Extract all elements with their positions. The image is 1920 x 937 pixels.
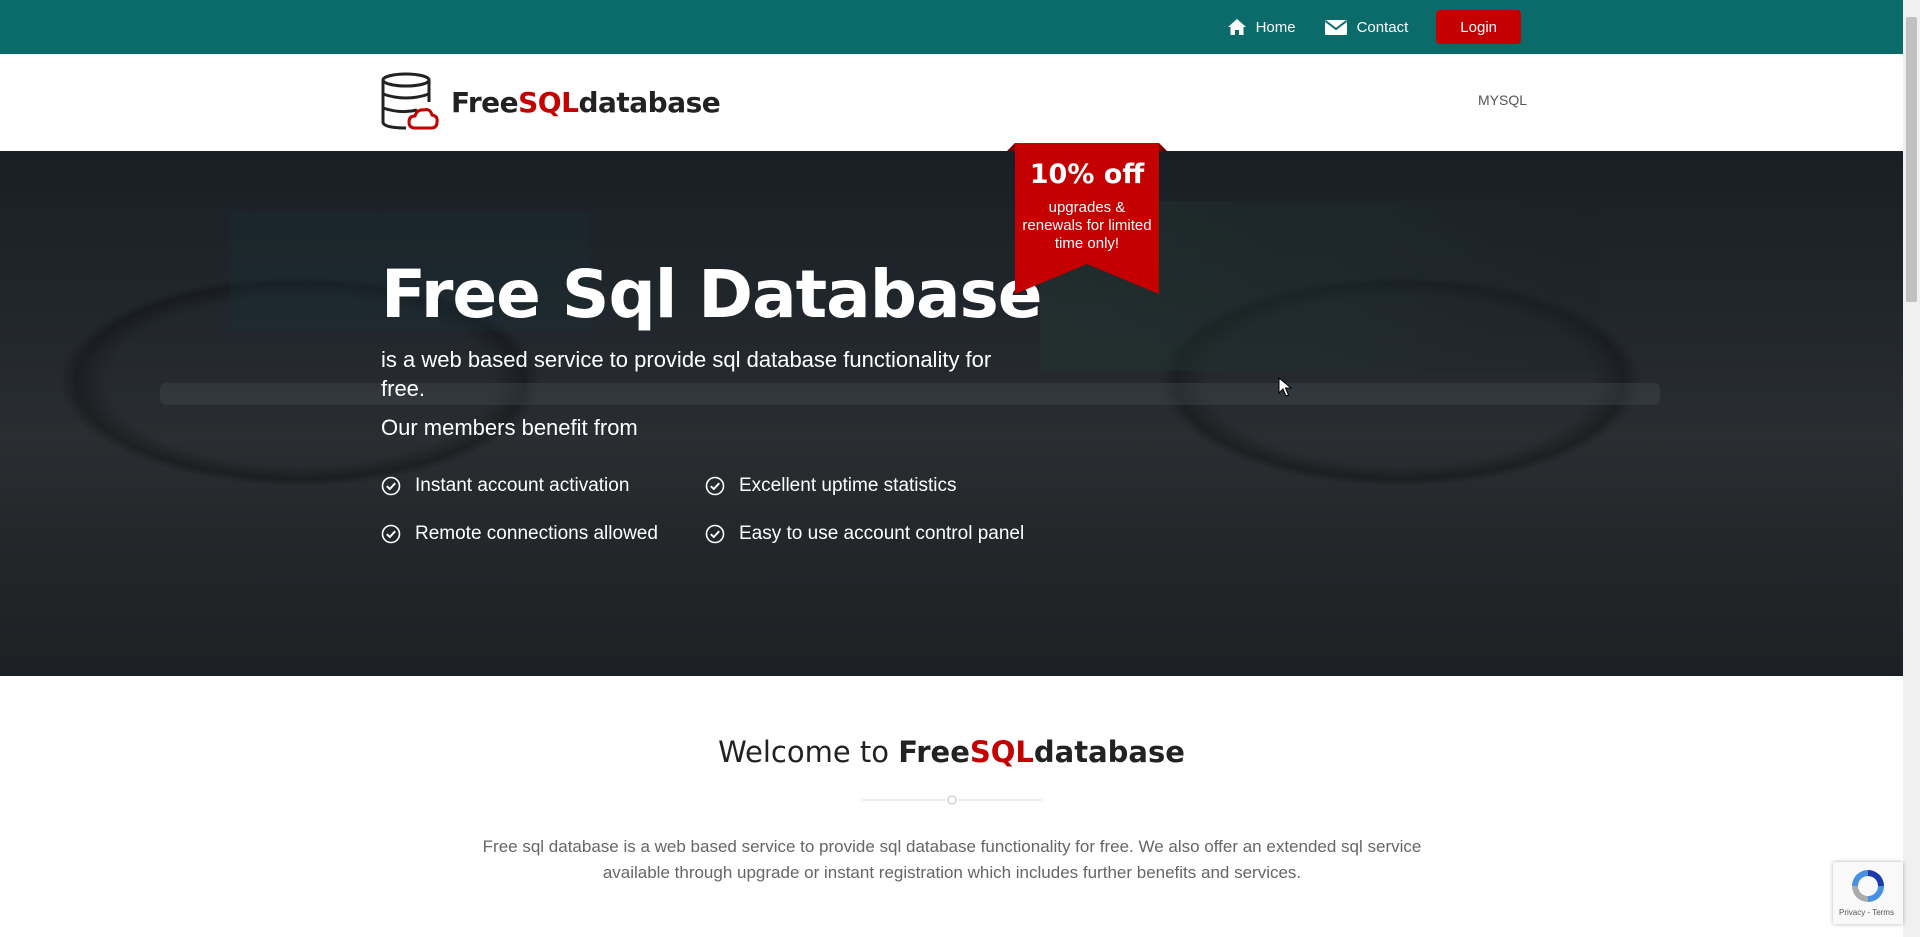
feature-item: Easy to use account control panel [705, 523, 1045, 545]
feature-list: Instant account activation Excellent upt… [381, 475, 1045, 545]
welcome-description: Free sql database is a web based service… [482, 837, 1422, 882]
home-icon [1227, 19, 1246, 35]
envelope-icon [1324, 20, 1347, 35]
section-divider [862, 795, 1042, 805]
site-logo[interactable]: FreeSQLdatabase [381, 72, 721, 132]
logo-sql: SQL [518, 85, 579, 119]
recaptcha-badge[interactable]: Privacy - Terms [1833, 862, 1903, 924]
logo-free: Free [451, 85, 519, 119]
welcome-prefix: Welcome to [718, 735, 899, 769]
check-circle-icon [381, 476, 401, 496]
welcome-brand-sql: SQL [969, 735, 1034, 769]
welcome-brand-database: database [1033, 735, 1185, 769]
promo-title: 10% off [1029, 159, 1145, 190]
feature-label: Excellent uptime statistics [739, 475, 957, 496]
check-circle-icon [705, 476, 725, 496]
mouse-cursor-icon [1278, 377, 1292, 397]
nav-home-label: Home [1255, 18, 1296, 36]
hero-overlay [0, 151, 1903, 676]
nav-contact-label: Contact [1356, 18, 1409, 36]
nav-mysql-link[interactable]: MYSQL [1478, 92, 1527, 108]
check-circle-icon [705, 524, 725, 544]
feature-item: Excellent uptime statistics [705, 475, 1045, 497]
recaptcha-icon [1852, 870, 1884, 902]
site-header: FreeSQLdatabase MYSQL [0, 54, 1903, 151]
welcome-brand: FreeSQLdatabase [898, 735, 1185, 769]
scrollbar-thumb[interactable] [1906, 17, 1917, 302]
database-cloud-icon [381, 72, 439, 130]
page-scrollbar[interactable] [1903, 0, 1920, 937]
top-bar: Home Contact Login [0, 0, 1903, 54]
feature-label: Remote connections allowed [415, 523, 658, 544]
hero-banner: Free Sql Database is a web based service… [0, 151, 1903, 676]
login-button[interactable]: Login [1436, 10, 1521, 44]
logo-database: database [578, 85, 721, 119]
feature-label: Instant account activation [415, 475, 630, 496]
welcome-heading: Welcome to FreeSQLdatabase [0, 735, 1903, 769]
nav-contact-link[interactable]: Contact [1324, 18, 1409, 36]
hero-members-text: Our members benefit from [381, 415, 638, 440]
welcome-brand-free: Free [898, 735, 970, 769]
logo-wordmark: FreeSQLdatabase [451, 85, 721, 119]
feature-label: Easy to use account control panel [739, 523, 1025, 544]
check-circle-icon [381, 524, 401, 544]
feature-item: Instant account activation [381, 475, 705, 497]
hero-lead: is a web based service to provide sql da… [381, 347, 992, 401]
recaptcha-links[interactable]: Privacy - Terms [1839, 908, 1894, 917]
promo-ribbon[interactable]: 10% off upgrades & renewals for limited … [1007, 143, 1167, 294]
nav-home-link[interactable]: Home [1227, 18, 1296, 36]
hero-title: Free Sql Database [381, 256, 1043, 333]
feature-item: Remote connections allowed [381, 523, 705, 545]
top-nav: Home Contact Login [1199, 0, 1521, 54]
promo-subtitle: upgrades & renewals for limited time onl… [1022, 199, 1152, 252]
